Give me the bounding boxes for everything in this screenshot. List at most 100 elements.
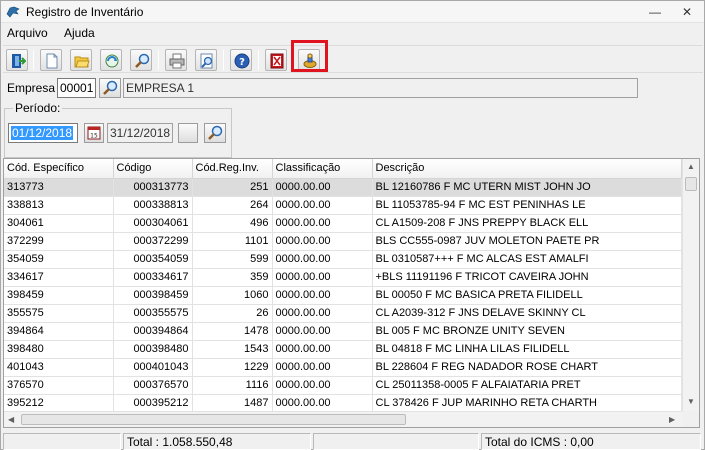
menu-ajuda[interactable]: Ajuda [64, 26, 95, 40]
scroll-right-icon[interactable]: ▶ [669, 415, 675, 424]
help-button[interactable]: ? [230, 49, 252, 71]
minimize-button[interactable]: — [642, 3, 668, 21]
column-header[interactable]: Cód.Reg.Inv. [192, 159, 273, 179]
column-header[interactable]: Classificação [272, 159, 373, 179]
table-cell: 000354059 [113, 250, 193, 269]
window-title: Registro de Inventário [26, 5, 144, 19]
open-button[interactable] [70, 49, 92, 71]
calendar-button[interactable]: 15 [84, 123, 104, 143]
table-cell: 1229 [192, 358, 273, 377]
table-cell: 599 [192, 250, 273, 269]
scroll-corner [682, 411, 699, 427]
table-cell: 496 [192, 214, 273, 233]
periodo-start-field[interactable]: 01/12/2018 [8, 123, 78, 143]
table-row[interactable]: 372299 000372299 1101 0000.00.00 BLS CC555-0… [4, 232, 682, 251]
status-bar: Total : 1.058.550,48 Total do ICMS : 0,0… [1, 432, 704, 450]
periodo-end-value: 31/12/2018 [110, 126, 171, 140]
export-pdf-button[interactable] [265, 49, 287, 71]
table-cell: 0000.00.00 [272, 178, 373, 197]
table-cell: 1060 [192, 286, 273, 305]
table-cell: 338813 [4, 196, 114, 215]
table-cell: 395212 [4, 394, 114, 413]
table-row[interactable]: 398480 000398480 1543 0000.00.00 BL 04818 F … [4, 340, 682, 359]
search-icon [135, 53, 150, 68]
table-row[interactable]: 398459 000398459 1060 0000.00.00 BL 00050 F … [4, 286, 682, 305]
scroll-down-icon[interactable]: ▼ [687, 397, 695, 406]
status-total-icms: Total do ICMS : 0,00 [481, 433, 701, 450]
empresa-code-value: 00001 [60, 81, 94, 95]
horizontal-scroll-thumb[interactable] [21, 414, 406, 425]
table-cell: 359 [192, 268, 273, 287]
table-cell: 000398480 [113, 340, 193, 359]
table-cell: 000313773 [113, 178, 193, 197]
table-row[interactable]: 376570 000376570 1116 0000.00.00 CL 25011358… [4, 376, 682, 395]
table-cell: 372299 [4, 232, 114, 251]
table-row[interactable]: 334617 000334617 359 0000.00.00 +BLS 1119119… [4, 268, 682, 287]
table-cell: 1116 [192, 376, 273, 395]
app-icon [6, 6, 20, 18]
table-cell: 334617 [4, 268, 114, 287]
column-header[interactable]: Descrição [372, 159, 682, 179]
periodo-search-button[interactable] [204, 123, 226, 143]
print-icon [169, 53, 185, 69]
table-cell: 26 [192, 304, 273, 323]
menu-bar: Arquivo Ajuda [1, 24, 704, 42]
print-preview-button[interactable] [195, 49, 217, 71]
table-row[interactable]: 338813 000338813 264 0000.00.00 BL 11053785-… [4, 196, 682, 215]
table-cell: 1478 [192, 322, 273, 341]
table-cell: BL 228604 F REG NADADOR ROSE CHART [372, 358, 682, 377]
table-cell: 000338813 [113, 196, 193, 215]
table-cell: 000398459 [113, 286, 193, 305]
table-cell: 1487 [192, 394, 273, 413]
table-cell: 304061 [4, 214, 114, 233]
table-row[interactable]: 313773 000313773 251 0000.00.00 BL 12160786 … [4, 178, 682, 197]
new-button[interactable] [40, 49, 62, 71]
refresh-button[interactable] [100, 49, 122, 71]
scroll-left-icon[interactable]: ◀ [8, 415, 14, 424]
table-cell: 000304061 [113, 214, 193, 233]
table-row[interactable]: 355575 000355575 26 0000.00.00 CL A2039-312 … [4, 304, 682, 323]
table-row[interactable]: 304061 000304061 496 0000.00.00 CL A1509-208… [4, 214, 682, 233]
menu-arquivo[interactable]: Arquivo [7, 26, 48, 40]
table-cell: 355575 [4, 304, 114, 323]
column-header[interactable]: Cód. Específico [4, 159, 114, 179]
table-cell: 000376570 [113, 376, 193, 395]
scroll-up-icon[interactable]: ▲ [687, 162, 695, 171]
table-cell: 0000.00.00 [272, 322, 373, 341]
table-cell: 0000.00.00 [272, 196, 373, 215]
table-cell: 354059 [4, 250, 114, 269]
table-cell: 0000.00.00 [272, 358, 373, 377]
table-row[interactable]: 395212 000395212 1487 0000.00.00 CL 378426 F… [4, 394, 682, 413]
status-total: Total : 1.058.550,48 [123, 433, 311, 450]
table-row[interactable]: 394864 000394864 1478 0000.00.00 BL 005 F MC… [4, 322, 682, 341]
table-row[interactable]: 401043 000401043 1229 0000.00.00 BL 228604 F… [4, 358, 682, 377]
table-cell: 1101 [192, 232, 273, 251]
empresa-search-button[interactable] [99, 78, 121, 98]
toolbar: ? [3, 45, 703, 73]
column-header[interactable]: Código [113, 159, 193, 179]
print-button[interactable] [165, 49, 187, 71]
empresa-code-field[interactable]: 00001 [57, 78, 96, 98]
table-row[interactable]: 354059 000354059 599 0000.00.00 BL 0310587++… [4, 250, 682, 269]
close-button[interactable]: ✕ [674, 3, 700, 21]
status-panel-empty [313, 433, 479, 450]
inventory-window: Registro de Inventário — ✕ Arquivo Ajuda [0, 0, 705, 450]
horizontal-scrollbar[interactable]: ◀ ▶ [4, 411, 682, 427]
status-panel-empty [3, 433, 121, 450]
inventory-grid[interactable]: Cód. Específico Código Cód.Reg.Inv. Clas… [3, 158, 700, 428]
vertical-scroll-thumb[interactable] [685, 177, 697, 191]
table-cell: 264 [192, 196, 273, 215]
header-row: Cód. Específico Código Cód.Reg.Inv. Clas… [4, 159, 682, 179]
calendar-icon: 15 [87, 126, 101, 140]
table-cell: 0000.00.00 [272, 394, 373, 413]
empresa-name-field: EMPRESA 1 [123, 78, 638, 98]
vertical-scrollbar[interactable]: ▲ ▼ [682, 159, 699, 412]
refresh-icon [105, 54, 119, 68]
periodo-start-value: 01/12/2018 [11, 126, 74, 140]
empresa-label: Empresa [7, 81, 56, 95]
exit-button[interactable] [6, 49, 28, 71]
search-button[interactable] [130, 49, 152, 71]
periodo-end-picker-button[interactable] [178, 123, 198, 143]
table-cell: BLS CC555-0987 JUV MOLETON PAETE PR [372, 232, 682, 251]
title-bar: Registro de Inventário — ✕ [1, 1, 704, 23]
